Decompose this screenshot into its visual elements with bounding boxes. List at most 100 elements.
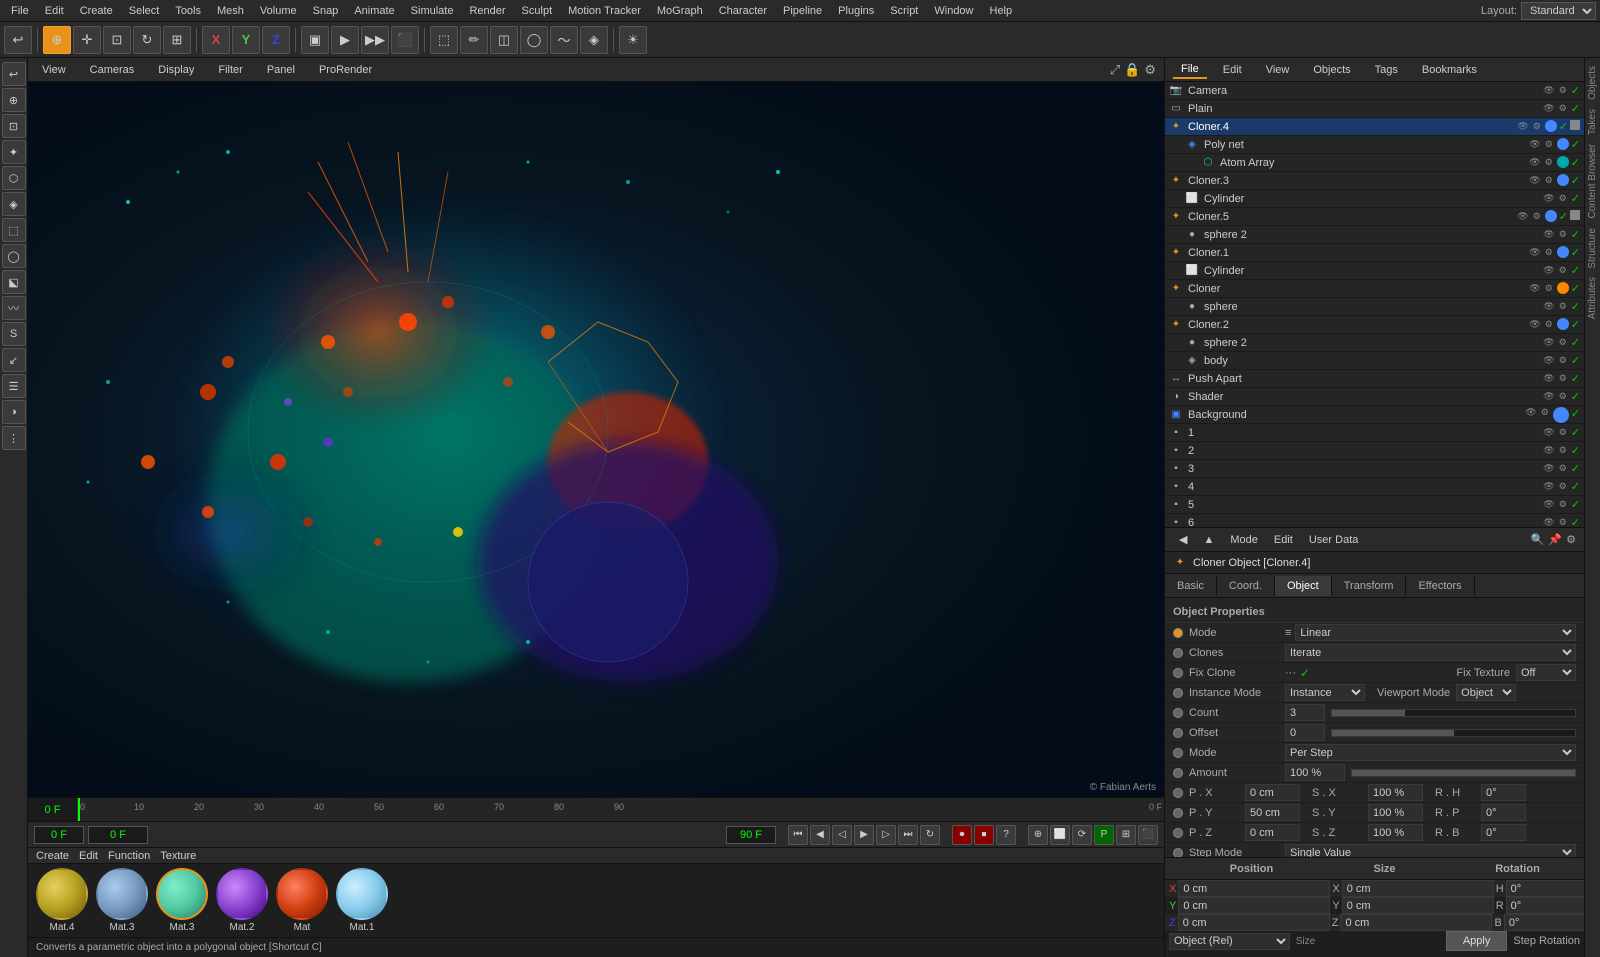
menu-character[interactable]: Character bbox=[712, 3, 774, 19]
obj-row-cloner5[interactable]: ✦ Cloner.5 👁 ⚙ ✓ bbox=[1165, 208, 1584, 226]
render-anim-button[interactable]: ▶▶ bbox=[361, 26, 389, 54]
viewport-nav-cameras[interactable]: Cameras bbox=[84, 62, 141, 78]
right-tab-content-browser[interactable]: Content Browser bbox=[1585, 140, 1600, 222]
prop-circle-pz[interactable] bbox=[1173, 828, 1183, 838]
camera-tool-button[interactable]: ◈ bbox=[580, 26, 608, 54]
right-tab-structure[interactable]: Structure bbox=[1585, 224, 1600, 273]
left-tool-4[interactable]: ✦ bbox=[2, 140, 26, 164]
undo-button[interactable]: ↩ bbox=[4, 26, 32, 54]
transport-green-button[interactable]: P bbox=[1094, 825, 1114, 845]
fix-clone-checkbox[interactable]: ✓ bbox=[1300, 666, 1310, 680]
deform-button[interactable]: ◫ bbox=[490, 26, 518, 54]
obj-row-1[interactable]: ▪ 1 👁 ⚙ ✓ bbox=[1165, 424, 1584, 442]
menu-sculpt[interactable]: Sculpt bbox=[515, 3, 560, 19]
prop-circle-clones[interactable] bbox=[1173, 648, 1183, 658]
attr-mode-button[interactable]: ◀ bbox=[1173, 531, 1193, 548]
mat-nav-create[interactable]: Create bbox=[36, 850, 69, 862]
prop-sz-input[interactable] bbox=[1368, 824, 1423, 841]
prop-circle-px[interactable] bbox=[1173, 788, 1183, 798]
obj-row-cloner3[interactable]: ✦ Cloner.3 👁 ⚙ ✓ bbox=[1165, 172, 1584, 190]
left-tool-6[interactable]: ◈ bbox=[2, 192, 26, 216]
obj-row-sphere2-c5[interactable]: ● sphere 2 👁 ⚙ ✓ bbox=[1165, 226, 1584, 244]
menu-motion-tracker[interactable]: Motion Tracker bbox=[561, 3, 648, 19]
obj-row-sphere-c[interactable]: ● sphere 👁 ⚙ ✓ bbox=[1165, 298, 1584, 316]
timeline-ruler[interactable]: 0 10 20 30 40 50 60 70 80 90 0 F bbox=[78, 798, 1164, 821]
obj-row-cloner4[interactable]: ✦ Cloner.4 👁 ⚙ ✓ bbox=[1165, 118, 1584, 136]
material-item-3[interactable]: Mat.2 bbox=[216, 868, 268, 933]
obj-row-cylinder1[interactable]: ⬜ Cylinder 👁 ⚙ ✓ bbox=[1165, 262, 1584, 280]
obj-row-2[interactable]: ▪ 2 👁 ⚙ ✓ bbox=[1165, 442, 1584, 460]
rot-h-input[interactable] bbox=[1506, 880, 1584, 897]
material-item-4[interactable]: Mat bbox=[276, 868, 328, 933]
obj-tab-view[interactable]: View bbox=[1258, 62, 1298, 78]
left-tool-5[interactable]: ⬡ bbox=[2, 166, 26, 190]
left-tool-10[interactable]: 〰 bbox=[2, 296, 26, 320]
right-tab-attributes[interactable]: Attributes bbox=[1585, 273, 1600, 323]
transform-tool-button[interactable]: ⊞ bbox=[163, 26, 191, 54]
transport-keyframe-button[interactable]: ⊕ bbox=[1028, 825, 1048, 845]
menu-animate[interactable]: Animate bbox=[347, 3, 401, 19]
obj-tab-file[interactable]: File bbox=[1173, 61, 1207, 79]
paint-button[interactable]: ✏ bbox=[460, 26, 488, 54]
obj-row-camera[interactable]: 📷 Camera 👁 ⚙ ✓ bbox=[1165, 82, 1584, 100]
obj-row-polynet[interactable]: ◈ Poly net 👁 ⚙ ✓ bbox=[1165, 136, 1584, 154]
prop-circle-count[interactable] bbox=[1173, 708, 1183, 718]
menu-window[interactable]: Window bbox=[927, 3, 980, 19]
prop-offset-input[interactable] bbox=[1285, 724, 1325, 741]
prop-circle-fix[interactable] bbox=[1173, 668, 1183, 678]
mat-nav-edit[interactable]: Edit bbox=[79, 850, 98, 862]
prop-clones-select[interactable]: Iterate bbox=[1285, 644, 1576, 661]
left-tool-12[interactable]: ↙ bbox=[2, 348, 26, 372]
obj-tab-objects[interactable]: Objects bbox=[1305, 62, 1358, 78]
menu-help[interactable]: Help bbox=[983, 3, 1020, 19]
prop-step-mode-select[interactable]: Single Value bbox=[1285, 844, 1576, 857]
attr-tab-basic[interactable]: Basic bbox=[1165, 576, 1217, 596]
transport-first-button[interactable]: ⏮ bbox=[788, 825, 808, 845]
pos-y-input[interactable] bbox=[1178, 897, 1330, 914]
render-view-button[interactable]: ⬛ bbox=[391, 26, 419, 54]
obj-row-background[interactable]: ▣ Background 👁 ⚙ ✓ bbox=[1165, 406, 1584, 424]
prop-py-input[interactable] bbox=[1245, 804, 1300, 821]
spline-button[interactable]: 〜 bbox=[550, 26, 578, 54]
scale-tool-button[interactable]: ⊡ bbox=[103, 26, 131, 54]
menu-edit[interactable]: Edit bbox=[38, 3, 71, 19]
size-y-input[interactable] bbox=[1342, 897, 1494, 914]
obj-row-6[interactable]: ▪ 6 👁 ⚙ ✓ bbox=[1165, 514, 1584, 527]
obj-row-cylinder3[interactable]: ⬜ Cylinder 👁 ⚙ ✓ bbox=[1165, 190, 1584, 208]
left-tool-13[interactable]: ☰ bbox=[2, 374, 26, 398]
transport-marker-button[interactable]: ⬜ bbox=[1050, 825, 1070, 845]
prop-viewport-mode-select[interactable]: Object bbox=[1456, 684, 1516, 701]
attr-tab-effectors[interactable]: Effectors bbox=[1406, 576, 1474, 596]
coord-system-select[interactable]: Object (Rel) bbox=[1169, 933, 1290, 950]
attr-mode-button2[interactable]: ▲ bbox=[1197, 532, 1220, 548]
obj-row-5[interactable]: ▪ 5 👁 ⚙ ✓ bbox=[1165, 496, 1584, 514]
material-item-1[interactable]: Mat.3 bbox=[96, 868, 148, 933]
menu-select[interactable]: Select bbox=[122, 3, 167, 19]
menu-pipeline[interactable]: Pipeline bbox=[776, 3, 829, 19]
viewport-3d[interactable]: © Fabian Aerts bbox=[28, 82, 1164, 797]
prop-instance-mode-select[interactable]: Instance bbox=[1285, 684, 1365, 701]
select-tool-button[interactable]: ⊕ bbox=[43, 26, 71, 54]
prop-circle-offset[interactable] bbox=[1173, 728, 1183, 738]
transport-motion-button[interactable]: ⟳ bbox=[1072, 825, 1092, 845]
obj-tab-tags[interactable]: Tags bbox=[1367, 62, 1406, 78]
menu-mesh[interactable]: Mesh bbox=[210, 3, 251, 19]
apply-button[interactable]: Apply bbox=[1446, 931, 1508, 951]
transport-stop-button[interactable]: ⏹ bbox=[974, 825, 994, 845]
prop-rh-input[interactable] bbox=[1481, 784, 1526, 801]
mat-nav-function[interactable]: Function bbox=[108, 850, 150, 862]
transport-question-button[interactable]: ? bbox=[996, 825, 1016, 845]
layout-select[interactable]: Standard bbox=[1521, 2, 1596, 20]
transport-loop-button[interactable]: ↻ bbox=[920, 825, 940, 845]
prop-amount-input[interactable] bbox=[1285, 764, 1345, 781]
obj-row-pushapart[interactable]: ↔ Push Apart 👁 ⚙ ✓ bbox=[1165, 370, 1584, 388]
attr-config-icon[interactable]: ⚙ bbox=[1566, 533, 1576, 546]
menu-mograph[interactable]: MoGraph bbox=[650, 3, 710, 19]
prop-circle-mode[interactable] bbox=[1173, 628, 1183, 638]
prop-px-input[interactable] bbox=[1245, 784, 1300, 801]
size-x-input[interactable] bbox=[1342, 880, 1494, 897]
move-tool-button[interactable]: ✛ bbox=[73, 26, 101, 54]
light-button[interactable]: ☀ bbox=[619, 26, 647, 54]
viewport-expand-icon[interactable]: ⤢ bbox=[1110, 62, 1120, 78]
left-tool-3[interactable]: ⊡ bbox=[2, 114, 26, 138]
